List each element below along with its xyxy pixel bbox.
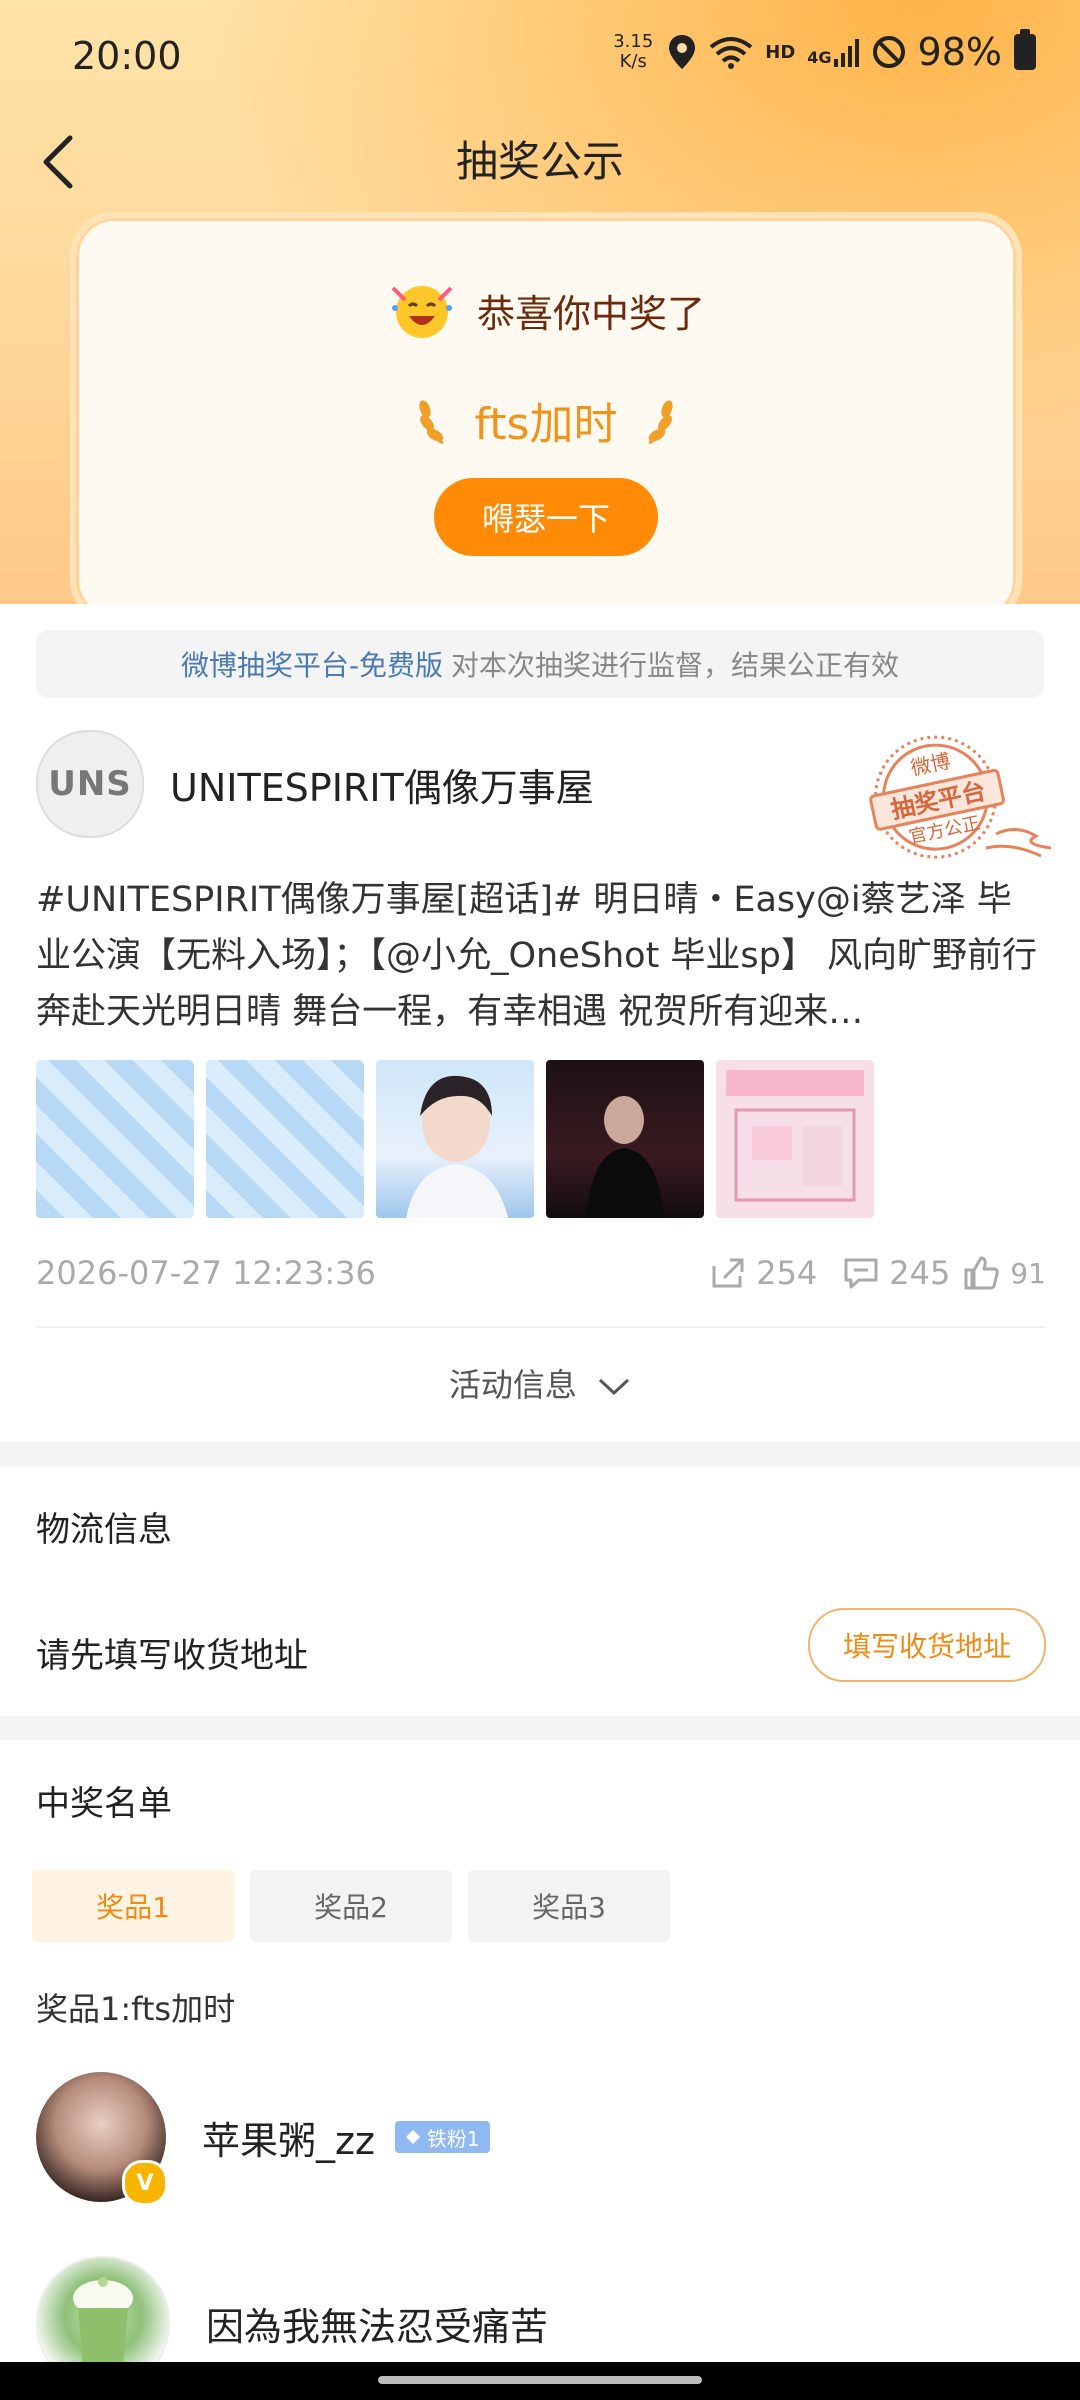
congrats-row: 恭喜你中奖了 <box>76 278 1016 342</box>
official-lottery-stamp: 微博 抽奖平台 官方公正 <box>869 735 1052 859</box>
status-bar: 20:00 3.15 K/s HD 4G 98% <box>0 0 1080 110</box>
verified-icon: V <box>122 2160 168 2206</box>
chevron-down-icon <box>599 1378 630 1396</box>
post-text[interactable]: #UNITESPIRIT偶像万事屋[超话]# 明日晴・Easy@i蔡艺泽 毕业公… <box>36 872 1046 1040</box>
signal-icon <box>833 39 859 67</box>
post-image-5[interactable] <box>716 1060 874 1218</box>
floor-map <box>726 1070 864 1202</box>
portrait-figure <box>406 1075 508 1218</box>
winner-name[interactable]: 苹果粥_zz <box>202 2110 375 2165</box>
comment-icon <box>844 1258 878 1289</box>
logistics-title: 物流信息 <box>36 1510 172 1550</box>
activity-info-toggle[interactable]: 活动信息 <box>0 1360 1080 1406</box>
section-gap <box>0 1716 1080 1740</box>
nav-bar: 抽奖公示 <box>0 110 1080 210</box>
battery-percent: 98% <box>917 30 1002 74</box>
comment-count: 245 <box>889 1254 951 1292</box>
prize-name: fts加时 <box>474 399 618 450</box>
divider <box>36 1326 1046 1328</box>
post-meta: 2026-07-27 12:23:36 254 245 91 <box>36 1248 1046 1298</box>
share-icon <box>712 1258 744 1288</box>
winners-title: 中奖名单 <box>36 1784 172 1824</box>
repost-count: 254 <box>756 1254 818 1292</box>
post-image-3[interactable] <box>376 1060 534 1218</box>
prize-label: 奖品1:fts加时 <box>36 1990 236 2028</box>
tab-prize-2[interactable]: 奖品2 <box>250 1870 452 1942</box>
author-avatar[interactable]: UNS <box>36 730 144 838</box>
platform-link[interactable]: 微博抽奖平台-免费版 <box>181 644 443 684</box>
winner-item[interactable]: V 苹果粥_zz 铁粉1 <box>36 2072 490 2206</box>
like-stat[interactable]: 91 <box>964 1256 1046 1290</box>
section-gap <box>0 1442 1080 1466</box>
post-image-2[interactable] <box>206 1060 364 1218</box>
post-images <box>36 1060 874 1218</box>
address-prompt: 请先填写收货地址 <box>36 1636 308 1676</box>
home-indicator[interactable] <box>378 2376 702 2384</box>
repost-stat[interactable]: 254 <box>710 1254 817 1292</box>
location-icon <box>669 35 696 69</box>
like-icon <box>964 1256 1000 1290</box>
home-indicator-bar <box>0 2362 1080 2400</box>
platform-notice: 微博抽奖平台-免费版 对本次抽奖进行监督，结果公正有效 <box>36 630 1044 698</box>
network-type: 4G <box>807 37 859 67</box>
wifi-icon <box>710 37 753 69</box>
post-author[interactable]: UNS UNITESPIRIT偶像万事屋 <box>36 730 594 838</box>
network-speed-unit: K/s <box>619 51 647 72</box>
content-sheet: 微博抽奖平台-免费版 对本次抽奖进行监督，结果公正有效 UNS UNITESPI… <box>0 604 1080 2400</box>
author-name[interactable]: UNITESPIRIT偶像万事屋 <box>170 757 594 812</box>
battery-icon <box>1014 29 1036 70</box>
comment-stat[interactable]: 245 <box>843 1254 950 1292</box>
congrats-text: 恭喜你中奖了 <box>476 291 705 336</box>
network-speed: 3.15 K/s <box>611 32 655 72</box>
hd-indicator: HD <box>765 41 796 63</box>
prize-tabs: 奖品1 奖品2 奖品3 <box>32 1870 670 1942</box>
fan-badge: 铁粉1 <box>394 2121 490 2153</box>
post-image-4[interactable] <box>546 1060 704 1218</box>
stamp-top: 微博 <box>909 749 953 781</box>
winner-name[interactable]: 因為我無法忍受痛苦 <box>206 2296 548 2351</box>
network-speed-value: 3.15 <box>613 31 654 52</box>
show-off-button[interactable]: 嘚瑟一下 <box>434 478 658 556</box>
celebrate-emoji-icon <box>391 286 453 338</box>
status-icons: 3.15 K/s HD 4G 98% <box>611 29 1036 74</box>
win-card: 恭喜你中奖了 fts加时 嘚瑟一下 <box>70 212 1022 624</box>
fill-address-button[interactable]: 填写收货地址 <box>808 1608 1046 1682</box>
do-not-disturb-icon <box>872 36 905 68</box>
activity-info-label: 活动信息 <box>448 1366 577 1404</box>
post-image-1[interactable] <box>36 1060 194 1218</box>
diamond-icon <box>405 2130 420 2144</box>
like-count: 91 <box>1010 1256 1046 1290</box>
laurel-right-icon <box>648 400 674 445</box>
winner-avatar[interactable]: V <box>36 2072 168 2206</box>
tab-prize-1[interactable]: 奖品1 <box>32 1870 234 1942</box>
laurel-left-icon <box>418 400 444 445</box>
dark-figure <box>586 1096 664 1218</box>
post-timestamp: 2026-07-27 12:23:36 <box>36 1254 376 1292</box>
prize-line: fts加时 <box>76 388 1016 452</box>
notice-text: 对本次抽奖进行监督，结果公正有效 <box>451 649 900 682</box>
status-time: 20:00 <box>72 34 182 78</box>
network-type-label: 4G <box>807 48 832 67</box>
fan-badge-label: 铁粉1 <box>426 2126 480 2151</box>
page-title: 抽奖公示 <box>455 137 624 186</box>
tab-prize-3[interactable]: 奖品3 <box>468 1870 670 1942</box>
